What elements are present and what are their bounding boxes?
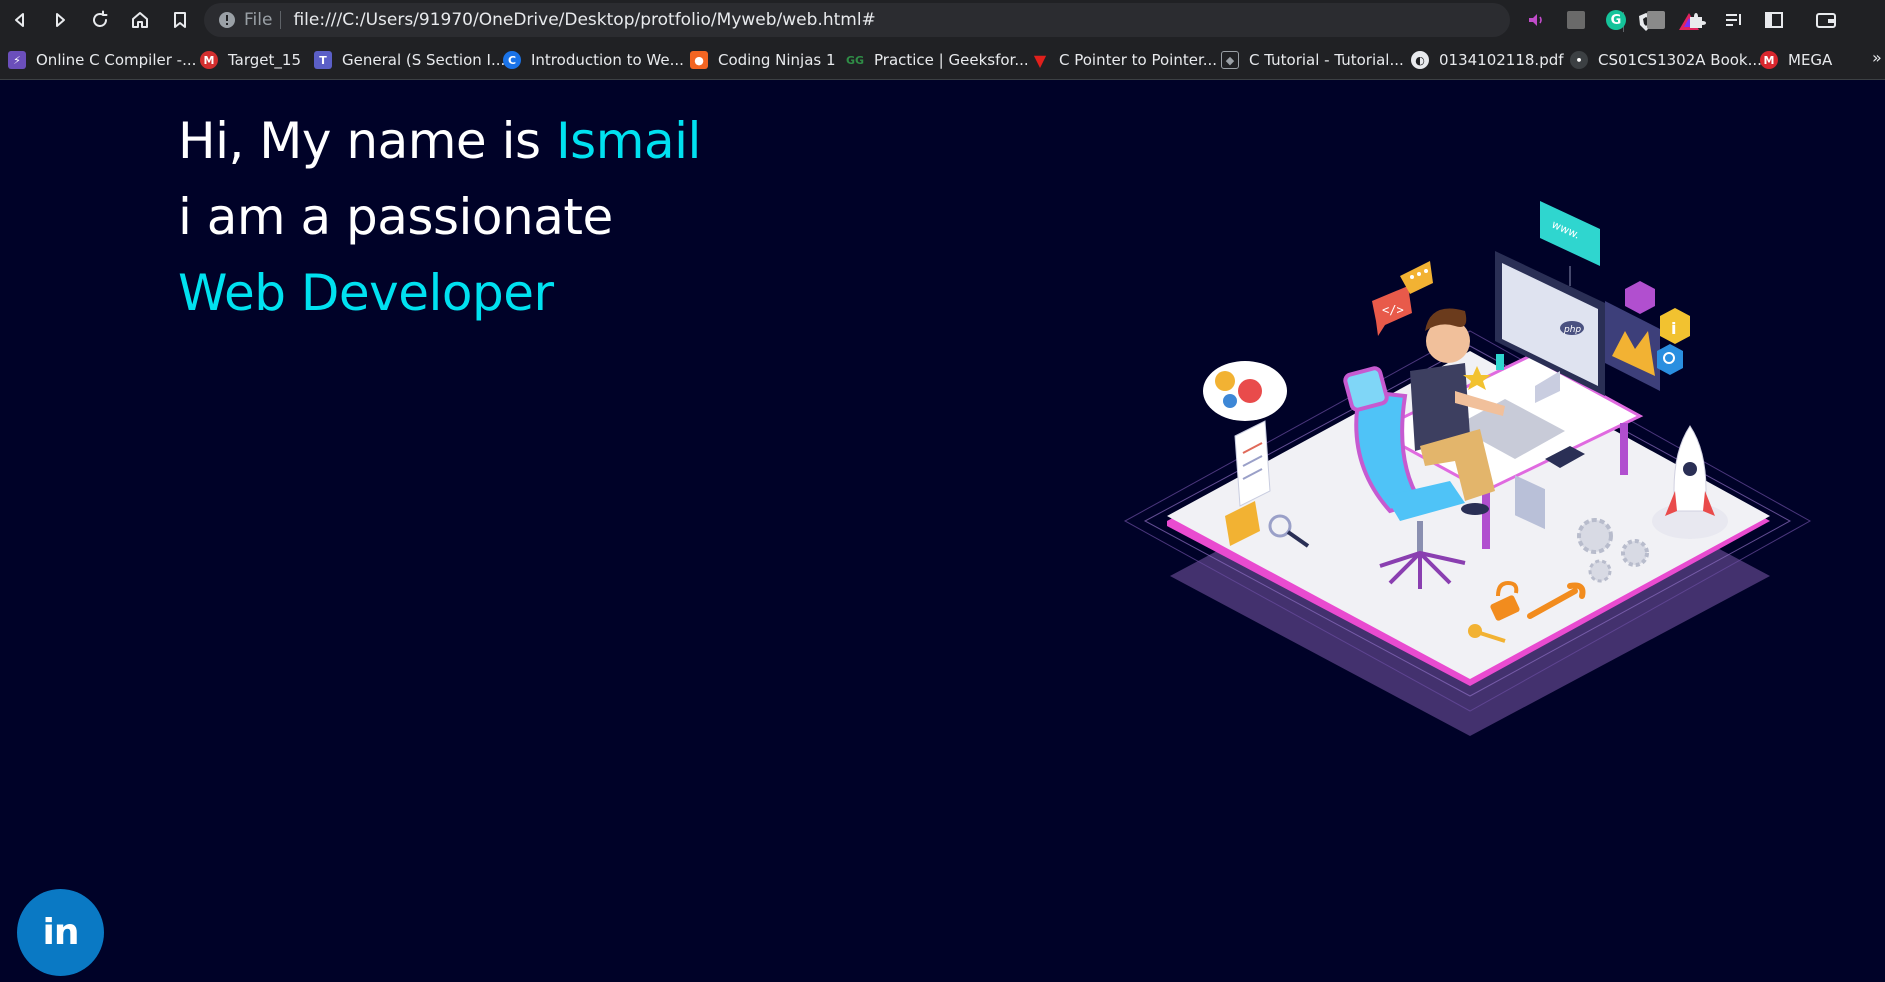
home-icon bbox=[132, 12, 148, 28]
browser-toolbar: File file:///C:/Users/91970/OneDrive/Des… bbox=[0, 0, 1885, 40]
speaker-icon[interactable] bbox=[1524, 8, 1548, 32]
bookmark-label: Practice | Geeksfor... bbox=[874, 51, 1029, 69]
mega-icon: M bbox=[1760, 51, 1778, 69]
url-scheme: File bbox=[244, 11, 282, 29]
bookmarks-bar: ⚡ Online C Compiler -... M Target_15 T G… bbox=[0, 40, 1885, 80]
bookmark-item[interactable]: C Introduction to We... bbox=[503, 50, 684, 70]
bookmark-icon bbox=[174, 12, 186, 28]
hero-line-1: Hi, My name is Ismail bbox=[178, 103, 701, 179]
search-hex-icon bbox=[1657, 344, 1683, 375]
hero-line-2: i am a passionate bbox=[178, 188, 613, 246]
document-stack bbox=[1234, 420, 1271, 507]
grammarly-icon[interactable]: G bbox=[1604, 8, 1628, 32]
puzzle-icon[interactable] bbox=[1684, 8, 1708, 32]
sticky-note bbox=[1496, 354, 1504, 370]
extension-icon[interactable] bbox=[1644, 8, 1668, 32]
gmail-icon: M bbox=[200, 51, 218, 69]
bookmark-button[interactable] bbox=[160, 0, 200, 40]
gear-icon bbox=[1588, 559, 1612, 583]
reload-button[interactable] bbox=[80, 0, 120, 40]
bookmark-item[interactable]: ⚡ Online C Compiler -... bbox=[8, 50, 196, 70]
bookmark-item[interactable]: • CS01CS1302A Book... bbox=[1570, 50, 1762, 70]
person-shoe bbox=[1461, 503, 1489, 515]
hero-heading: Hi, My name is Ismail i am a passionate … bbox=[178, 103, 701, 331]
desk-leg bbox=[1482, 491, 1490, 549]
bookmark-label: General (S Section I... bbox=[342, 51, 506, 69]
bookmark-label: Online C Compiler -... bbox=[36, 51, 197, 69]
svg-text:i: i bbox=[1671, 319, 1676, 338]
coding-ninjas-icon: ● bbox=[690, 51, 708, 69]
bookmark-item[interactable]: GG Practice | Geeksfor... bbox=[846, 50, 1029, 70]
bookmark-item[interactable]: ◆ C Tutorial - Tutorial... bbox=[1221, 50, 1404, 70]
key-icon bbox=[1468, 624, 1482, 638]
bookmark-item[interactable]: ● Coding Ninjas 1 bbox=[690, 50, 836, 70]
lightning-icon: ⚡ bbox=[8, 51, 26, 69]
chair-pole bbox=[1417, 521, 1423, 556]
desk-leg bbox=[1620, 423, 1628, 475]
bookmark-label: C Tutorial - Tutorial... bbox=[1249, 51, 1404, 69]
svg-text:php: php bbox=[1563, 325, 1581, 335]
hero-name: Ismail bbox=[555, 112, 701, 170]
bookmark-label: 0134102118.pdf bbox=[1439, 51, 1564, 69]
bookmark-item[interactable]: ◐ 0134102118.pdf bbox=[1411, 50, 1564, 70]
url-text[interactable]: file:///C:/Users/91970/OneDrive/Desktop/… bbox=[281, 10, 875, 30]
bookmark-label: C Pointer to Pointer... bbox=[1059, 51, 1218, 69]
reload-icon bbox=[93, 10, 108, 27]
tutorialspoint-icon: ◆ bbox=[1221, 51, 1239, 69]
address-bar[interactable]: File file:///C:/Users/91970/OneDrive/Des… bbox=[204, 3, 1699, 37]
back-button[interactable] bbox=[0, 0, 40, 40]
bookmarks-overflow-button[interactable]: » bbox=[1872, 48, 1882, 67]
back-icon bbox=[15, 13, 24, 27]
linkedin-button[interactable]: in bbox=[17, 889, 104, 976]
svg-text:</>: </> bbox=[1382, 303, 1404, 317]
tutorial-icon: ▼ bbox=[1033, 50, 1047, 70]
sidebar-icon[interactable] bbox=[1762, 8, 1786, 32]
bookmark-label: Introduction to We... bbox=[531, 51, 684, 69]
teams-icon: T bbox=[314, 51, 332, 69]
chair-headrest bbox=[1343, 366, 1389, 412]
bookmark-label: MEGA bbox=[1788, 51, 1833, 69]
gear-icon bbox=[1577, 518, 1613, 554]
hero-role: Web Developer bbox=[178, 264, 554, 322]
book-icon: • bbox=[1570, 51, 1588, 69]
bookmark-item[interactable]: M Target_15 bbox=[200, 50, 301, 70]
site-info-icon[interactable] bbox=[210, 3, 244, 37]
greeting-text: Hi, My name is bbox=[178, 112, 556, 170]
coursera-icon: C bbox=[503, 51, 521, 69]
gear-icon bbox=[1215, 371, 1235, 391]
bookmark-label: Target_15 bbox=[228, 51, 301, 69]
settings-hex-icon bbox=[1625, 281, 1655, 314]
forward-button[interactable] bbox=[40, 0, 80, 40]
wallet-icon[interactable] bbox=[1814, 8, 1838, 32]
forward-icon bbox=[56, 13, 65, 27]
gear-icon bbox=[1238, 379, 1262, 403]
linkedin-icon: in bbox=[42, 912, 80, 953]
developer-illustration: php </> www. i bbox=[1123, 201, 1812, 736]
globe-icon: ◐ bbox=[1411, 51, 1429, 69]
gear-icon bbox=[1621, 539, 1649, 567]
bookmark-item[interactable]: M MEGA bbox=[1760, 50, 1832, 70]
bookmark-item[interactable]: ▼ C Pointer to Pointer... bbox=[1031, 50, 1217, 70]
gear-icon bbox=[1223, 394, 1237, 408]
portfolio-page: Hi, My name is Ismail i am a passionate … bbox=[0, 81, 1885, 979]
bookmark-label: Coding Ninjas 1 bbox=[718, 51, 836, 69]
extension-icon[interactable] bbox=[1564, 8, 1588, 32]
media-list-icon[interactable] bbox=[1722, 8, 1746, 32]
home-button[interactable] bbox=[120, 0, 160, 40]
bookmark-item[interactable]: T General (S Section I... bbox=[314, 50, 505, 70]
geeksforgeeks-icon: GG bbox=[845, 53, 865, 67]
bookmark-label: CS01CS1302A Book... bbox=[1598, 51, 1762, 69]
